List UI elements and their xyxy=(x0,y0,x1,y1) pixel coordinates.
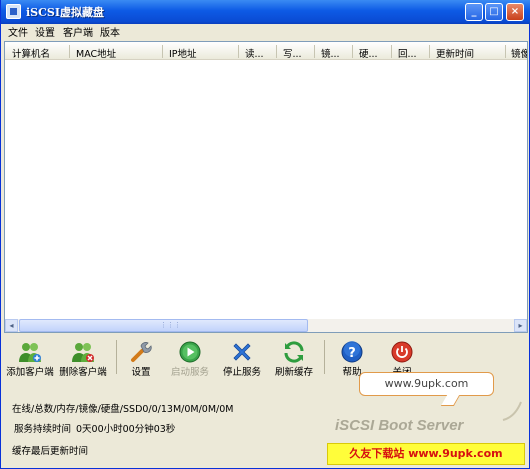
scroll-thumb[interactable]: ⋮⋮⋮ xyxy=(19,319,308,332)
toolbar-separator xyxy=(324,340,325,374)
horizontal-scrollbar[interactable]: ◂ ⋮⋮⋮ ▸ xyxy=(5,319,527,332)
scroll-right-icon[interactable]: ▸ xyxy=(514,319,527,332)
menu-bar: 文件 设置 客户端 版本 xyxy=(2,24,529,39)
menu-version[interactable]: 版本 xyxy=(100,24,120,39)
col-write[interactable]: 写... xyxy=(283,46,302,59)
stop-x-icon xyxy=(233,343,251,361)
wrench-icon xyxy=(131,342,152,362)
col-read[interactable]: 读... xyxy=(245,46,264,59)
delete-client-button[interactable]: 删除客户端 xyxy=(56,336,110,380)
minimize-button[interactable]: _ xyxy=(465,3,483,21)
main-window: iSCSI虚拟藏盘 _ □ × 文件 设置 客户端 版本 计算机名 MAC地址 … xyxy=(0,0,530,469)
col-image[interactable]: 镜... xyxy=(321,46,340,59)
toolbar-separator xyxy=(116,340,117,374)
svg-text:?: ? xyxy=(348,346,356,361)
col-ip[interactable]: IP地址 xyxy=(169,46,197,59)
help-icon: ? xyxy=(341,341,363,363)
menu-settings[interactable]: 设置 xyxy=(35,24,55,39)
menu-file[interactable]: 文件 xyxy=(8,24,28,39)
start-service-button[interactable]: 启动服务 xyxy=(168,336,212,380)
grip-icon: ⋮⋮⋮ xyxy=(160,321,181,329)
decorative-curve-icon xyxy=(502,401,522,421)
add-client-label: 添加客户端 xyxy=(6,367,54,378)
app-icon xyxy=(6,4,21,19)
online-status: 在线/总数/内存/镜像/硬盘/SSD0/0/13M/0M/0M/0M xyxy=(12,404,234,415)
col-image-2[interactable]: 镜像 xyxy=(511,46,527,59)
add-client-icon xyxy=(19,343,41,362)
col-update-time[interactable]: 更新时间 xyxy=(436,46,474,59)
uptime-value: 0天00小时00分钟03秒 xyxy=(76,424,176,435)
delete-client-label: 删除客户端 xyxy=(59,367,107,378)
window-title: iSCSI虚拟藏盘 xyxy=(26,6,104,19)
refresh-cache-button[interactable]: 刷新缓存 xyxy=(272,336,316,380)
delete-client-icon xyxy=(72,343,94,362)
watermark-banner: 久友下载站 www.9upk.com xyxy=(327,443,525,465)
uptime-label: 服务持续时间 xyxy=(14,424,72,435)
add-client-button[interactable]: 添加客户端 xyxy=(4,336,56,380)
col-disk[interactable]: 硬... xyxy=(359,46,378,59)
stop-service-button[interactable]: 停止服务 xyxy=(220,336,264,380)
settings-button[interactable]: 设置 xyxy=(122,336,160,380)
settings-label: 设置 xyxy=(131,367,151,378)
play-icon xyxy=(179,341,201,363)
title-bar[interactable]: iSCSI虚拟藏盘 _ □ × xyxy=(1,0,530,24)
stop-service-label: 停止服务 xyxy=(222,367,261,378)
power-icon xyxy=(391,341,413,363)
start-service-label: 启动服务 xyxy=(170,367,209,378)
list-header: 计算机名 MAC地址 IP地址 读... 写... 镜... 硬... 回...… xyxy=(5,42,527,60)
refresh-icon xyxy=(284,341,304,363)
col-mac[interactable]: MAC地址 xyxy=(76,46,116,59)
close-window-button[interactable]: × xyxy=(506,3,524,21)
cache-update-label: 缓存最后更新时间 xyxy=(12,446,89,457)
product-name: iSCSI Boot Server xyxy=(335,417,464,434)
client-list[interactable]: 计算机名 MAC地址 IP地址 读... 写... 镜... 硬... 回...… xyxy=(4,41,528,333)
col-writeback[interactable]: 回... xyxy=(398,46,417,59)
scroll-left-icon[interactable]: ◂ xyxy=(5,319,18,332)
menu-client[interactable]: 客户端 xyxy=(63,24,93,39)
refresh-cache-label: 刷新缓存 xyxy=(274,367,313,378)
maximize-button[interactable]: □ xyxy=(485,3,503,21)
col-computer-name[interactable]: 计算机名 xyxy=(12,46,50,59)
